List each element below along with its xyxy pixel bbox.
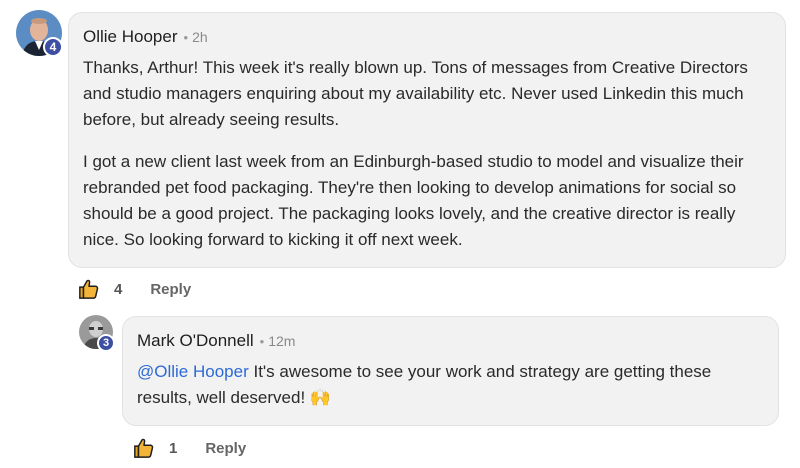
- author-name[interactable]: Mark O'Donnell: [137, 331, 254, 351]
- avatar-ollie-hooper[interactable]: 4: [16, 10, 63, 57]
- reply-button[interactable]: Reply: [205, 440, 246, 457]
- comment-actions: 4 Reply: [78, 278, 191, 300]
- avatar-mark-odonnell[interactable]: 3: [79, 315, 115, 352]
- reply-body: @Ollie Hooper It's awesome to see your w…: [137, 359, 762, 411]
- reply-paragraph: @Ollie Hooper It's awesome to see your w…: [137, 359, 762, 411]
- author-name[interactable]: Ollie Hooper: [83, 27, 178, 47]
- comment-bubble: Ollie Hooper • 2h Thanks, Arthur! This w…: [68, 12, 786, 268]
- like-count: 1: [169, 439, 178, 457]
- timestamp: 12m: [268, 333, 296, 349]
- comment-paragraph: Thanks, Arthur! This week it's really bl…: [83, 58, 748, 129]
- like-icon[interactable]: [133, 437, 155, 459]
- reply-button[interactable]: Reply: [150, 281, 191, 298]
- timestamp: 2h: [192, 29, 208, 45]
- mention-link[interactable]: @Ollie Hooper: [137, 362, 249, 381]
- reply-actions: 1 Reply: [133, 437, 246, 459]
- reply-meta: Mark O'Donnell • 12m: [137, 331, 762, 351]
- separator-dot: •: [259, 334, 265, 349]
- like-icon[interactable]: [78, 278, 100, 300]
- reply-bubble: Mark O'Donnell • 12m @Ollie Hooper It's …: [122, 316, 779, 426]
- comment-body: Thanks, Arthur! This week it's really bl…: [83, 55, 769, 253]
- separator-dot: •: [183, 30, 189, 45]
- notification-badge: 4: [43, 37, 63, 57]
- comment-meta: Ollie Hooper • 2h: [83, 27, 769, 47]
- comment-paragraph: I got a new client last week from an Edi…: [83, 152, 744, 249]
- like-count: 4: [114, 280, 123, 298]
- notification-badge: 3: [97, 334, 115, 352]
- comment-thread: 4 Ollie Hooper • 2h Thanks, Arthur! This…: [0, 0, 800, 468]
